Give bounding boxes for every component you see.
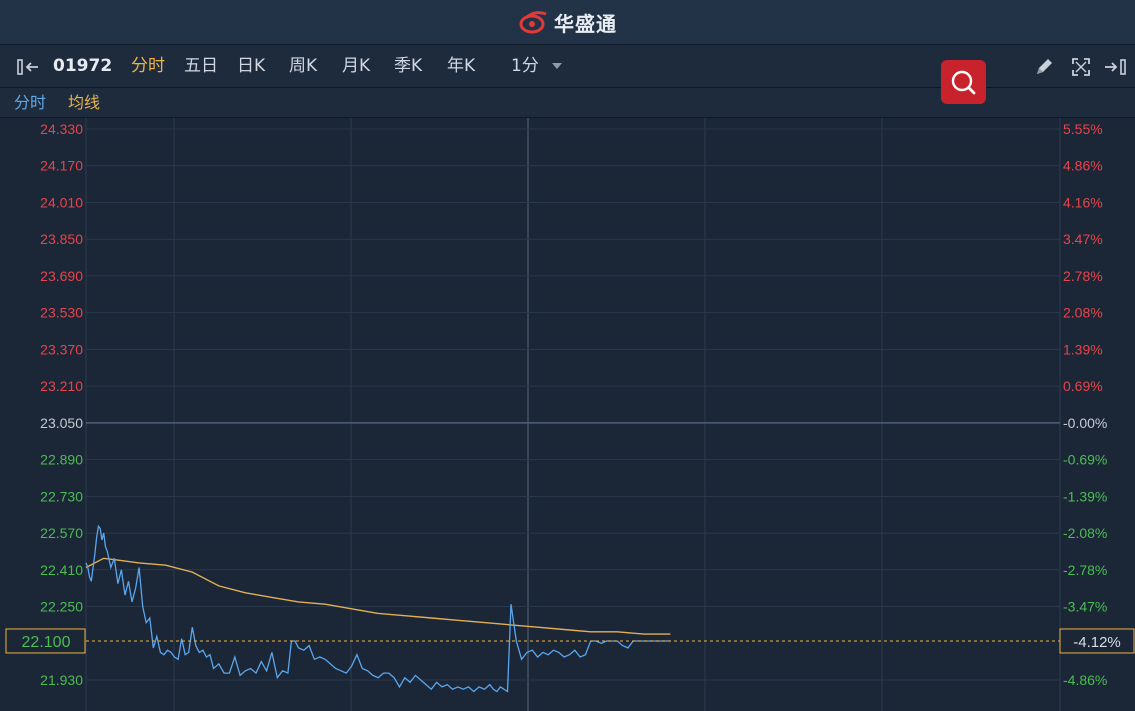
percent-tick-label: 1.39% [1063,341,1103,357]
current-price-label: 22.100 [22,634,71,651]
percent-tick-label: -0.00% [1063,415,1107,431]
price-axis: 24.330 24.170 24.010 23.850 23.690 23.530 23.3… [40,121,83,688]
percent-tick-label: -2.78% [1063,562,1107,578]
price-tick-label: 22.250 [40,599,83,615]
percent-tick-label: -3.47% [1063,599,1107,615]
price-tick-label: 23.850 [40,231,83,247]
price-tick-label: 23.210 [40,378,83,394]
search-button[interactable] [941,60,986,104]
price-tick-label: 23.050 [40,415,83,431]
price-tick-label: 22.890 [40,452,83,468]
price-tick-label: 22.730 [40,488,83,504]
price-tick-label: 24.170 [40,158,83,174]
percent-tick-label: 2.78% [1063,268,1103,284]
percent-tick-label: -1.39% [1063,488,1107,504]
percent-tick-label: 0.69% [1063,378,1103,394]
current-change-label: -4.12% [1073,634,1121,651]
price-tick-label: 21.930 [40,672,83,688]
percent-tick-label: -0.69% [1063,452,1107,468]
price-tick-label: 22.570 [40,525,83,541]
price-tick-label: 23.370 [40,341,83,357]
percent-tick-label: 4.16% [1063,194,1103,210]
price-tick-label: 24.330 [40,121,83,137]
percent-tick-label: 5.55% [1063,121,1103,137]
price-tick-label: 22.410 [40,562,83,578]
chart-grid [85,118,1061,711]
percent-tick-label: 4.86% [1063,158,1103,174]
price-tick-label: 23.690 [40,268,83,284]
price-tick-label: 24.010 [40,194,83,210]
search-icon [951,70,976,95]
percent-tick-label: -4.86% [1063,672,1107,688]
percent-tick-label: 3.47% [1063,231,1103,247]
intraday-chart: 24.330 24.170 24.010 23.850 23.690 23.530 23.3… [5,118,1135,711]
percent-tick-label: 2.08% [1063,305,1103,321]
price-tick-label: 23.530 [40,305,83,321]
percent-tick-label: -2.08% [1063,525,1107,541]
percent-axis: 5.55% 4.86% 4.16% 3.47% 2.78% 2.08% 1.39% 0.69%… [1063,121,1107,688]
